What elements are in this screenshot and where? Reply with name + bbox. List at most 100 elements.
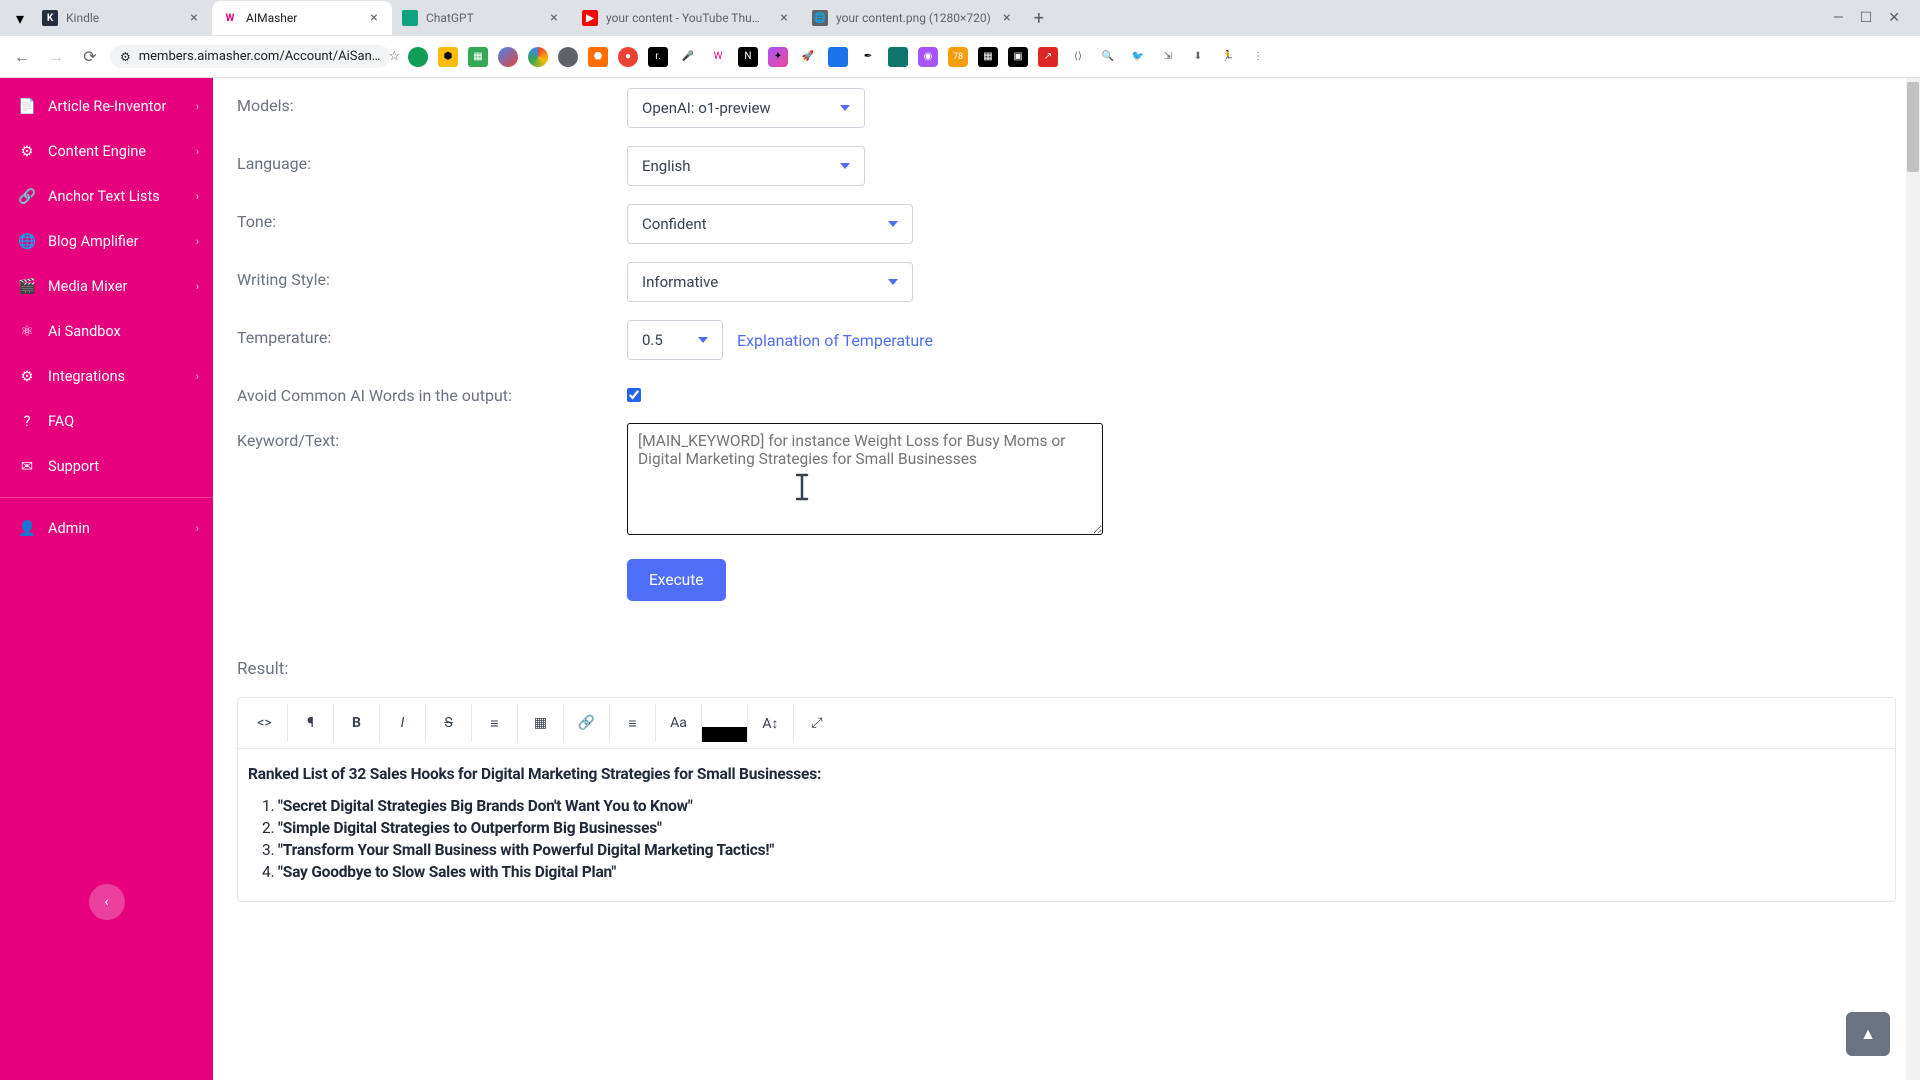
ext-icon-27[interactable]: ⬇ (1188, 47, 1208, 67)
font-color-button[interactable]: A (702, 704, 748, 742)
browser-tab[interactable]: 🌐your content.png (1280×720)× (802, 1, 1025, 35)
sidebar-item-label: Blog Amplifier (48, 233, 139, 250)
tone-select[interactable]: Confident (627, 204, 913, 244)
temperature-select[interactable]: 0.5 (627, 320, 723, 360)
ext-icon-9[interactable]: r. (648, 47, 668, 67)
ext-icon-14[interactable]: 🚀 (798, 47, 818, 67)
back-button[interactable]: ← (8, 43, 36, 71)
browser-tab[interactable]: ▶your content - YouTube Thumb× (572, 1, 802, 35)
new-tab-button[interactable]: + (1025, 4, 1053, 32)
sidebar-item-article-re-inventor[interactable]: 📄Article Re-Inventor› (0, 84, 213, 129)
execute-button[interactable]: Execute (627, 559, 726, 601)
ext-icon-8[interactable]: ● (618, 47, 638, 67)
temperature-explanation-link[interactable]: Explanation of Temperature (737, 331, 933, 350)
bold-button[interactable]: B (334, 704, 380, 742)
editor-toolbar: <> ¶ B I S ≡ ▦ 🔗 ≡ Aa A A↕ ⤢ (238, 698, 1895, 749)
scroll-to-top-button[interactable]: ▲ (1846, 1012, 1890, 1056)
url-field[interactable]: ⚙ members.aimasher.com/Account/AiSan… ☆ (110, 45, 390, 68)
chevron-right-icon: › (196, 235, 199, 248)
models-select[interactable]: OpenAI: o1-preview (627, 88, 865, 128)
maximize-button[interactable]: ☐ (1860, 10, 1873, 26)
site-info-icon[interactable]: ⚙ (120, 50, 131, 64)
sidebar-item-anchor-text-lists[interactable]: 🔗Anchor Text Lists› (0, 174, 213, 219)
fullscreen-button[interactable]: ⤢ (794, 704, 840, 742)
sidebar-item-media-mixer[interactable]: 🎬Media Mixer› (0, 264, 213, 309)
ext-icon-18[interactable]: ◉ (918, 47, 938, 67)
browser-tab[interactable]: WAIMasher× (212, 1, 392, 35)
language-select[interactable]: English (627, 146, 865, 186)
paragraph-format-button[interactable]: ¶ (288, 704, 334, 742)
tab-title: your content.png (1280×720) (836, 11, 991, 25)
sidebar-item-integrations[interactable]: ⚙Integrations› (0, 354, 213, 399)
link-button[interactable]: 🔗 (564, 704, 610, 742)
ext-icon-24[interactable]: 🔍 (1098, 47, 1118, 67)
style-select[interactable]: Informative (627, 262, 913, 302)
browser-chrome: ▾ KKindle×WAIMasher×ChatGPT×▶your conten… (0, 0, 1920, 78)
reload-button[interactable]: ⟳ (76, 43, 104, 71)
editor-content[interactable]: Ranked List of 32 Sales Hooks for Digita… (238, 749, 1895, 901)
ext-icon-2[interactable]: ⬢ (438, 47, 458, 67)
ext-icon-12[interactable]: N (738, 47, 758, 67)
sidebar-item-content-engine[interactable]: ⚙Content Engine› (0, 129, 213, 174)
sidebar-item-label: Anchor Text Lists (48, 188, 160, 205)
italic-button[interactable]: I (380, 704, 426, 742)
scrollbar-thumb[interactable] (1907, 82, 1919, 172)
tab-close-icon[interactable]: × (186, 10, 202, 26)
ext-icon-20[interactable]: ▦ (978, 47, 998, 67)
ext-icon-28[interactable]: 🏃 (1218, 47, 1238, 67)
code-view-button[interactable]: <> (242, 704, 288, 742)
sidebar-item-support[interactable]: ✉Support (0, 444, 213, 489)
scrollbar-track[interactable] (1906, 78, 1920, 1080)
ext-icon-23[interactable]: ⟨⟩ (1068, 47, 1088, 67)
tab-close-icon[interactable]: × (776, 10, 792, 26)
browser-tab[interactable]: ChatGPT× (392, 1, 572, 35)
window-controls: — ☐ ✕ (1833, 10, 1912, 26)
align-button[interactable]: ≡ (610, 704, 656, 742)
forward-button[interactable]: → (42, 43, 70, 71)
sidebar-icon: ✉ (18, 458, 36, 475)
ext-icon-4[interactable] (498, 47, 518, 67)
ext-icon-16[interactable]: ✒ (858, 47, 878, 67)
font-size-button[interactable]: Aa (656, 704, 702, 742)
ext-icon-22[interactable]: ↗ (1038, 47, 1058, 67)
ext-icon-13[interactable]: ✦ (768, 47, 788, 67)
tab-close-icon[interactable]: × (999, 10, 1015, 26)
browser-menu-icon[interactable]: ⋮ (1248, 47, 1268, 67)
ext-icon-10[interactable]: 🎤 (678, 47, 698, 67)
ext-icon-15[interactable] (828, 47, 848, 67)
ext-icon-6[interactable] (558, 47, 578, 67)
result-item: "Say Goodbye to Slow Sales with This Dig… (278, 863, 1885, 881)
sidebar-item-faq[interactable]: ?FAQ (0, 399, 213, 444)
ext-icon-26[interactable]: ⇲ (1158, 47, 1178, 67)
tab-close-icon[interactable]: × (546, 10, 562, 26)
tab-title: Kindle (66, 11, 178, 25)
keyword-textarea[interactable] (627, 423, 1103, 535)
strikethrough-button[interactable]: S (426, 704, 472, 742)
result-title: Ranked List of 32 Sales Hooks for Digita… (248, 765, 1885, 783)
ext-icon-25[interactable]: 🐦 (1128, 47, 1148, 67)
browser-tab[interactable]: KKindle× (32, 1, 212, 35)
avoid-words-checkbox[interactable] (627, 388, 641, 402)
sidebar-collapse-button[interactable]: ‹ (89, 884, 125, 920)
ext-icon-1[interactable] (408, 47, 428, 67)
ext-icon-11[interactable]: W (708, 47, 728, 67)
tab-search-dropdown[interactable]: ▾ (8, 6, 32, 30)
ext-icon-21[interactable]: ▣ (1008, 47, 1028, 67)
sidebar-item-ai-sandbox[interactable]: ⚛Ai Sandbox (0, 309, 213, 354)
tone-label: Tone: (237, 204, 627, 231)
ext-icon-3[interactable]: ▦ (468, 47, 488, 67)
minimize-button[interactable]: — (1833, 10, 1844, 26)
ext-icon-19[interactable]: 78 (948, 47, 968, 67)
sidebar-item-blog-amplifier[interactable]: 🌐Blog Amplifier› (0, 219, 213, 264)
ext-icon-17[interactable] (888, 47, 908, 67)
table-button[interactable]: ▦ (518, 704, 564, 742)
tab-close-icon[interactable]: × (366, 10, 382, 26)
models-label: Models: (237, 88, 627, 115)
list-button[interactable]: ≡ (472, 704, 518, 742)
ext-icon-7[interactable]: ⬣ (588, 47, 608, 67)
ext-icon-5[interactable] (528, 47, 548, 67)
sidebar-item-admin[interactable]: 👤 Admin › (0, 506, 213, 551)
close-window-button[interactable]: ✕ (1888, 10, 1900, 26)
bookmark-star-icon[interactable]: ☆ (388, 49, 400, 64)
line-height-button[interactable]: A↕ (748, 704, 794, 742)
